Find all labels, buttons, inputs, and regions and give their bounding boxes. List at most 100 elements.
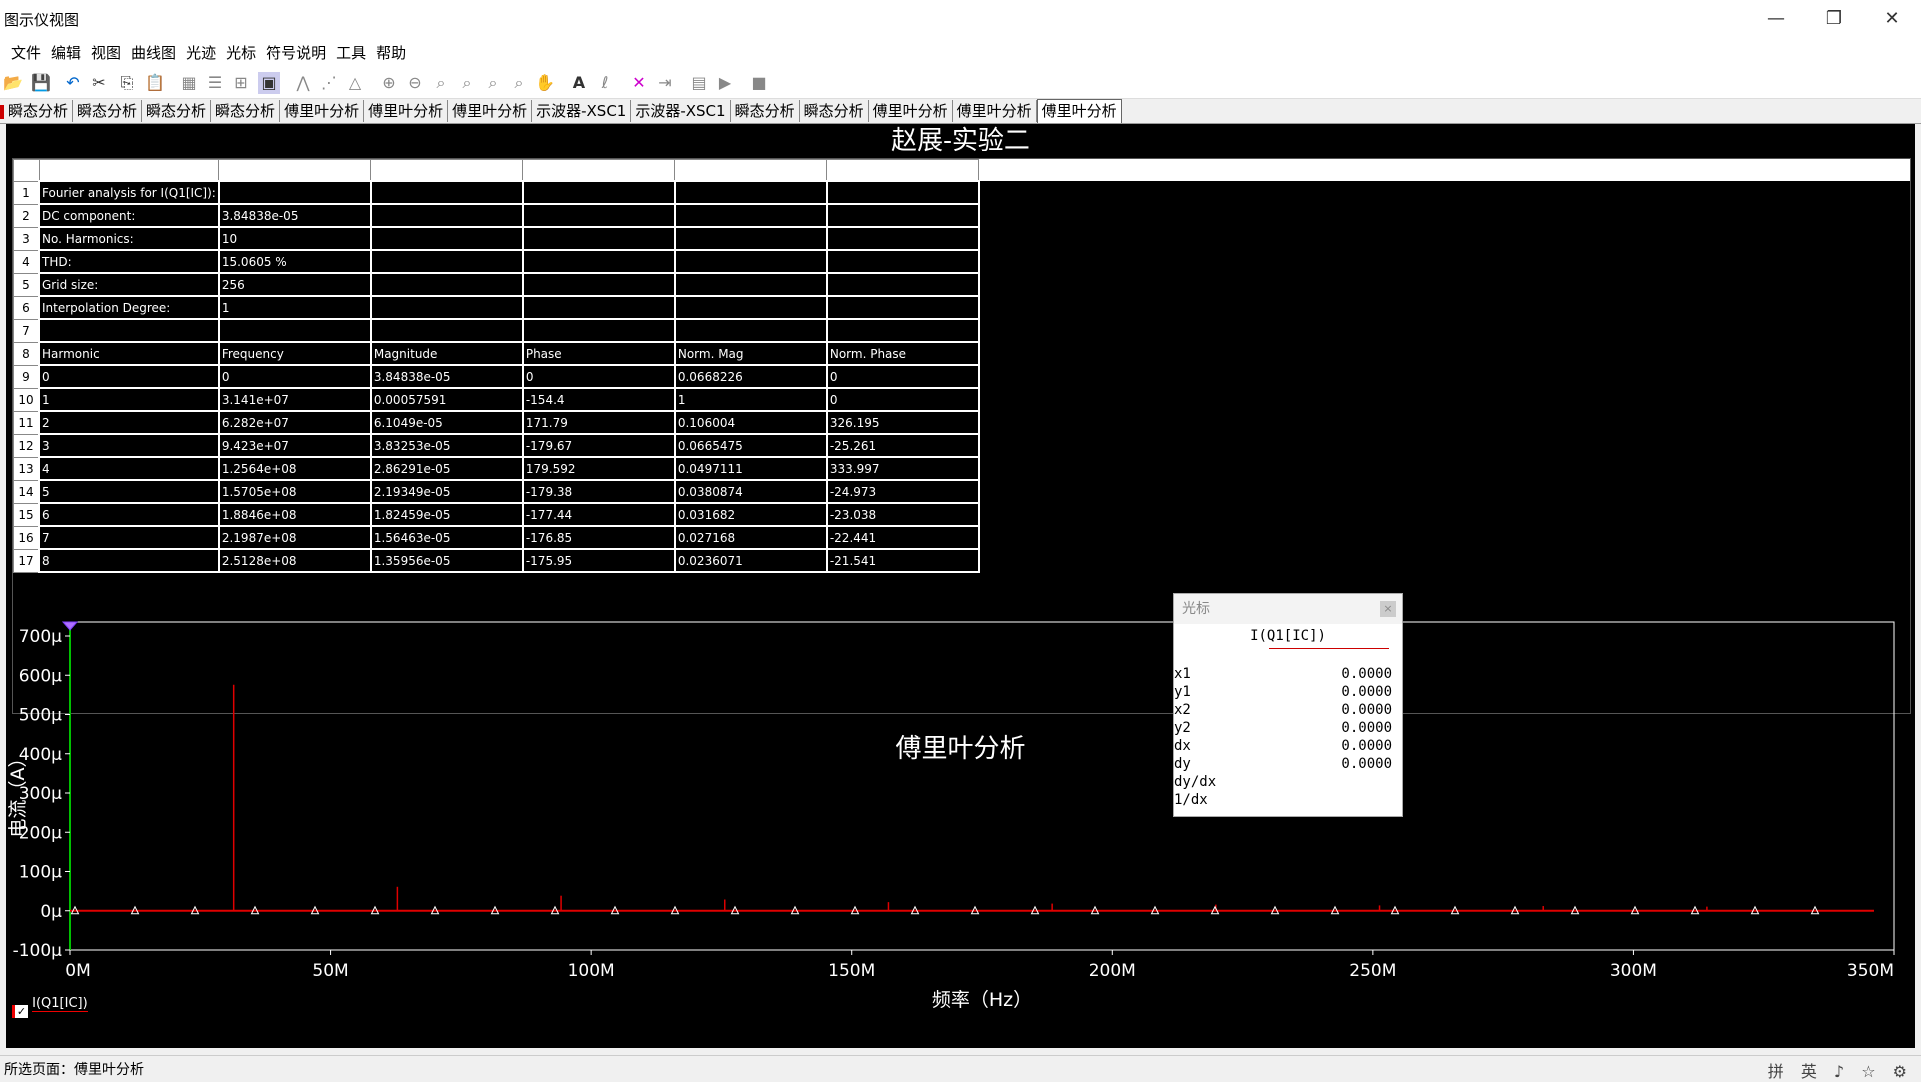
menu-view[interactable]: 视图: [86, 38, 126, 68]
table-cell[interactable]: [38, 318, 220, 343]
table-cell[interactable]: [369, 180, 524, 205]
table-cell[interactable]: 1.8846e+08: [217, 502, 372, 527]
table-cell[interactable]: DC component:: [38, 203, 220, 228]
trace-icon[interactable]: ⋀: [292, 72, 314, 94]
cursor-panel[interactable]: 光标 × I(Q1[IC]) x1 0.0000 y1 0.0000 x2 0.0000 y…: [1173, 593, 1403, 817]
table-cell[interactable]: 6.1049e-05: [369, 410, 524, 435]
table-cell[interactable]: [825, 180, 980, 205]
zoom-fit-icon[interactable]: ⌕: [430, 72, 452, 94]
table-cell[interactable]: 256: [217, 272, 372, 297]
table-cell[interactable]: [521, 203, 676, 228]
table-cell[interactable]: [825, 272, 980, 297]
table-cell[interactable]: [217, 318, 372, 343]
table-cell[interactable]: 2.1987e+08: [217, 525, 372, 550]
table-cell[interactable]: Magnitude: [369, 341, 524, 366]
restore-button[interactable]: ❐: [1805, 0, 1863, 38]
tab-fourier-active[interactable]: 傅里叶分析: [1036, 99, 1122, 123]
row-number[interactable]: 4: [13, 249, 40, 274]
tab-transient-3[interactable]: 瞬态分析: [142, 100, 212, 122]
table-cell[interactable]: 0: [521, 364, 676, 389]
chart-icon[interactable]: ⊞: [230, 72, 252, 94]
table-cell[interactable]: 1.35956e-05: [369, 548, 524, 573]
table-cell[interactable]: THD:: [38, 249, 220, 274]
table-cell[interactable]: 3.83253e-05: [369, 433, 524, 458]
table-cell[interactable]: 6.282e+07: [217, 410, 372, 435]
table-cell[interactable]: 4: [38, 456, 220, 481]
table-cell[interactable]: [217, 180, 372, 205]
tab-fourier-5[interactable]: 傅里叶分析: [953, 100, 1037, 122]
table-cell[interactable]: [521, 226, 676, 251]
marker-icon[interactable]: △: [344, 72, 366, 94]
print-preview-icon[interactable]: ▶: [714, 72, 736, 94]
column-header[interactable]: [218, 159, 372, 182]
column-header[interactable]: [674, 159, 828, 182]
table-cell[interactable]: Interpolation Degree:: [38, 295, 220, 320]
table-cell[interactable]: 6: [38, 502, 220, 527]
column-header[interactable]: [370, 159, 524, 182]
table-cell[interactable]: [521, 318, 676, 343]
overlay-icon[interactable]: ▣: [258, 72, 280, 94]
table-cell[interactable]: 1: [673, 387, 828, 412]
table-cell[interactable]: 0: [825, 387, 980, 412]
zoom-x-icon[interactable]: ⌕: [456, 72, 478, 94]
stop-icon[interactable]: ■: [748, 72, 770, 94]
table-cell[interactable]: Phase: [521, 341, 676, 366]
tab-transient-1[interactable]: 瞬态分析: [4, 100, 74, 122]
label-icon[interactable]: ℓ: [594, 72, 616, 94]
table-cell[interactable]: 0.0236071: [673, 548, 828, 573]
row-number[interactable]: 3: [13, 226, 40, 251]
menu-tools[interactable]: 工具: [331, 38, 371, 68]
table-cell[interactable]: -22.441: [825, 525, 980, 550]
table-cell[interactable]: 0.106004: [673, 410, 828, 435]
row-number[interactable]: 6: [13, 295, 40, 320]
save-icon[interactable]: 💾: [30, 72, 52, 94]
table-cell[interactable]: Harmonic: [38, 341, 220, 366]
grid-icon[interactable]: ▦: [178, 72, 200, 94]
table-cell[interactable]: Frequency: [217, 341, 372, 366]
menu-file[interactable]: 文件: [6, 38, 46, 68]
table-cell[interactable]: -23.038: [825, 502, 980, 527]
open-icon[interactable]: 📂: [2, 72, 24, 94]
copy-icon[interactable]: ⎘: [116, 72, 138, 94]
table-cell[interactable]: 1.5705e+08: [217, 479, 372, 504]
table-cell[interactable]: -175.95: [521, 548, 676, 573]
menu-trace[interactable]: 光迹: [181, 38, 221, 68]
tab-transient-6[interactable]: 瞬态分析: [800, 100, 869, 122]
row-number[interactable]: 2: [13, 203, 40, 228]
tab-oscilloscope-1[interactable]: 示波器-XSC1: [532, 100, 632, 122]
menu-legend[interactable]: 符号说明: [261, 38, 331, 68]
menu-help[interactable]: 帮助: [371, 38, 411, 68]
table-cell[interactable]: [825, 203, 980, 228]
cursor-panel-header[interactable]: 光标 ×: [1174, 594, 1402, 624]
table-cell[interactable]: 1: [217, 295, 372, 320]
table-cell[interactable]: [673, 249, 828, 274]
points-icon[interactable]: ⋰: [318, 72, 340, 94]
tab-transient-4[interactable]: 瞬态分析: [211, 100, 281, 122]
table-cell[interactable]: [825, 295, 980, 320]
ime-toolbar[interactable]: 拼 英 ♪ ☆ ⚙: [1768, 1058, 1913, 1082]
tab-fourier-2[interactable]: 傅里叶分析: [364, 100, 449, 122]
table-cell[interactable]: 10: [217, 226, 372, 251]
table-cell[interactable]: [521, 295, 676, 320]
table-cell[interactable]: 0.0665475: [673, 433, 828, 458]
row-number[interactable]: 14: [13, 479, 40, 504]
zoom-area-icon[interactable]: ⌕: [508, 72, 530, 94]
table-cell[interactable]: [825, 249, 980, 274]
tab-fourier-1[interactable]: 傅里叶分析: [280, 100, 365, 122]
table-cell[interactable]: 15.0605 %: [217, 249, 372, 274]
menu-graph[interactable]: 曲线图: [126, 38, 181, 68]
column-header[interactable]: [522, 159, 676, 182]
table-cell[interactable]: 7: [38, 525, 220, 550]
table-cell[interactable]: [825, 226, 980, 251]
table-cell[interactable]: 0.031682: [673, 502, 828, 527]
row-number[interactable]: 13: [13, 456, 40, 481]
table-cell[interactable]: 0: [217, 364, 372, 389]
print-icon[interactable]: ▤: [688, 72, 710, 94]
table-cell[interactable]: 179.592: [521, 456, 676, 481]
table-cell[interactable]: 1.82459e-05: [369, 502, 524, 527]
table-cell[interactable]: [673, 226, 828, 251]
table-cell[interactable]: -154.4: [521, 387, 676, 412]
zoom-out-icon[interactable]: ⊖: [404, 72, 426, 94]
text-icon[interactable]: A: [568, 72, 590, 94]
table-cell[interactable]: -177.44: [521, 502, 676, 527]
